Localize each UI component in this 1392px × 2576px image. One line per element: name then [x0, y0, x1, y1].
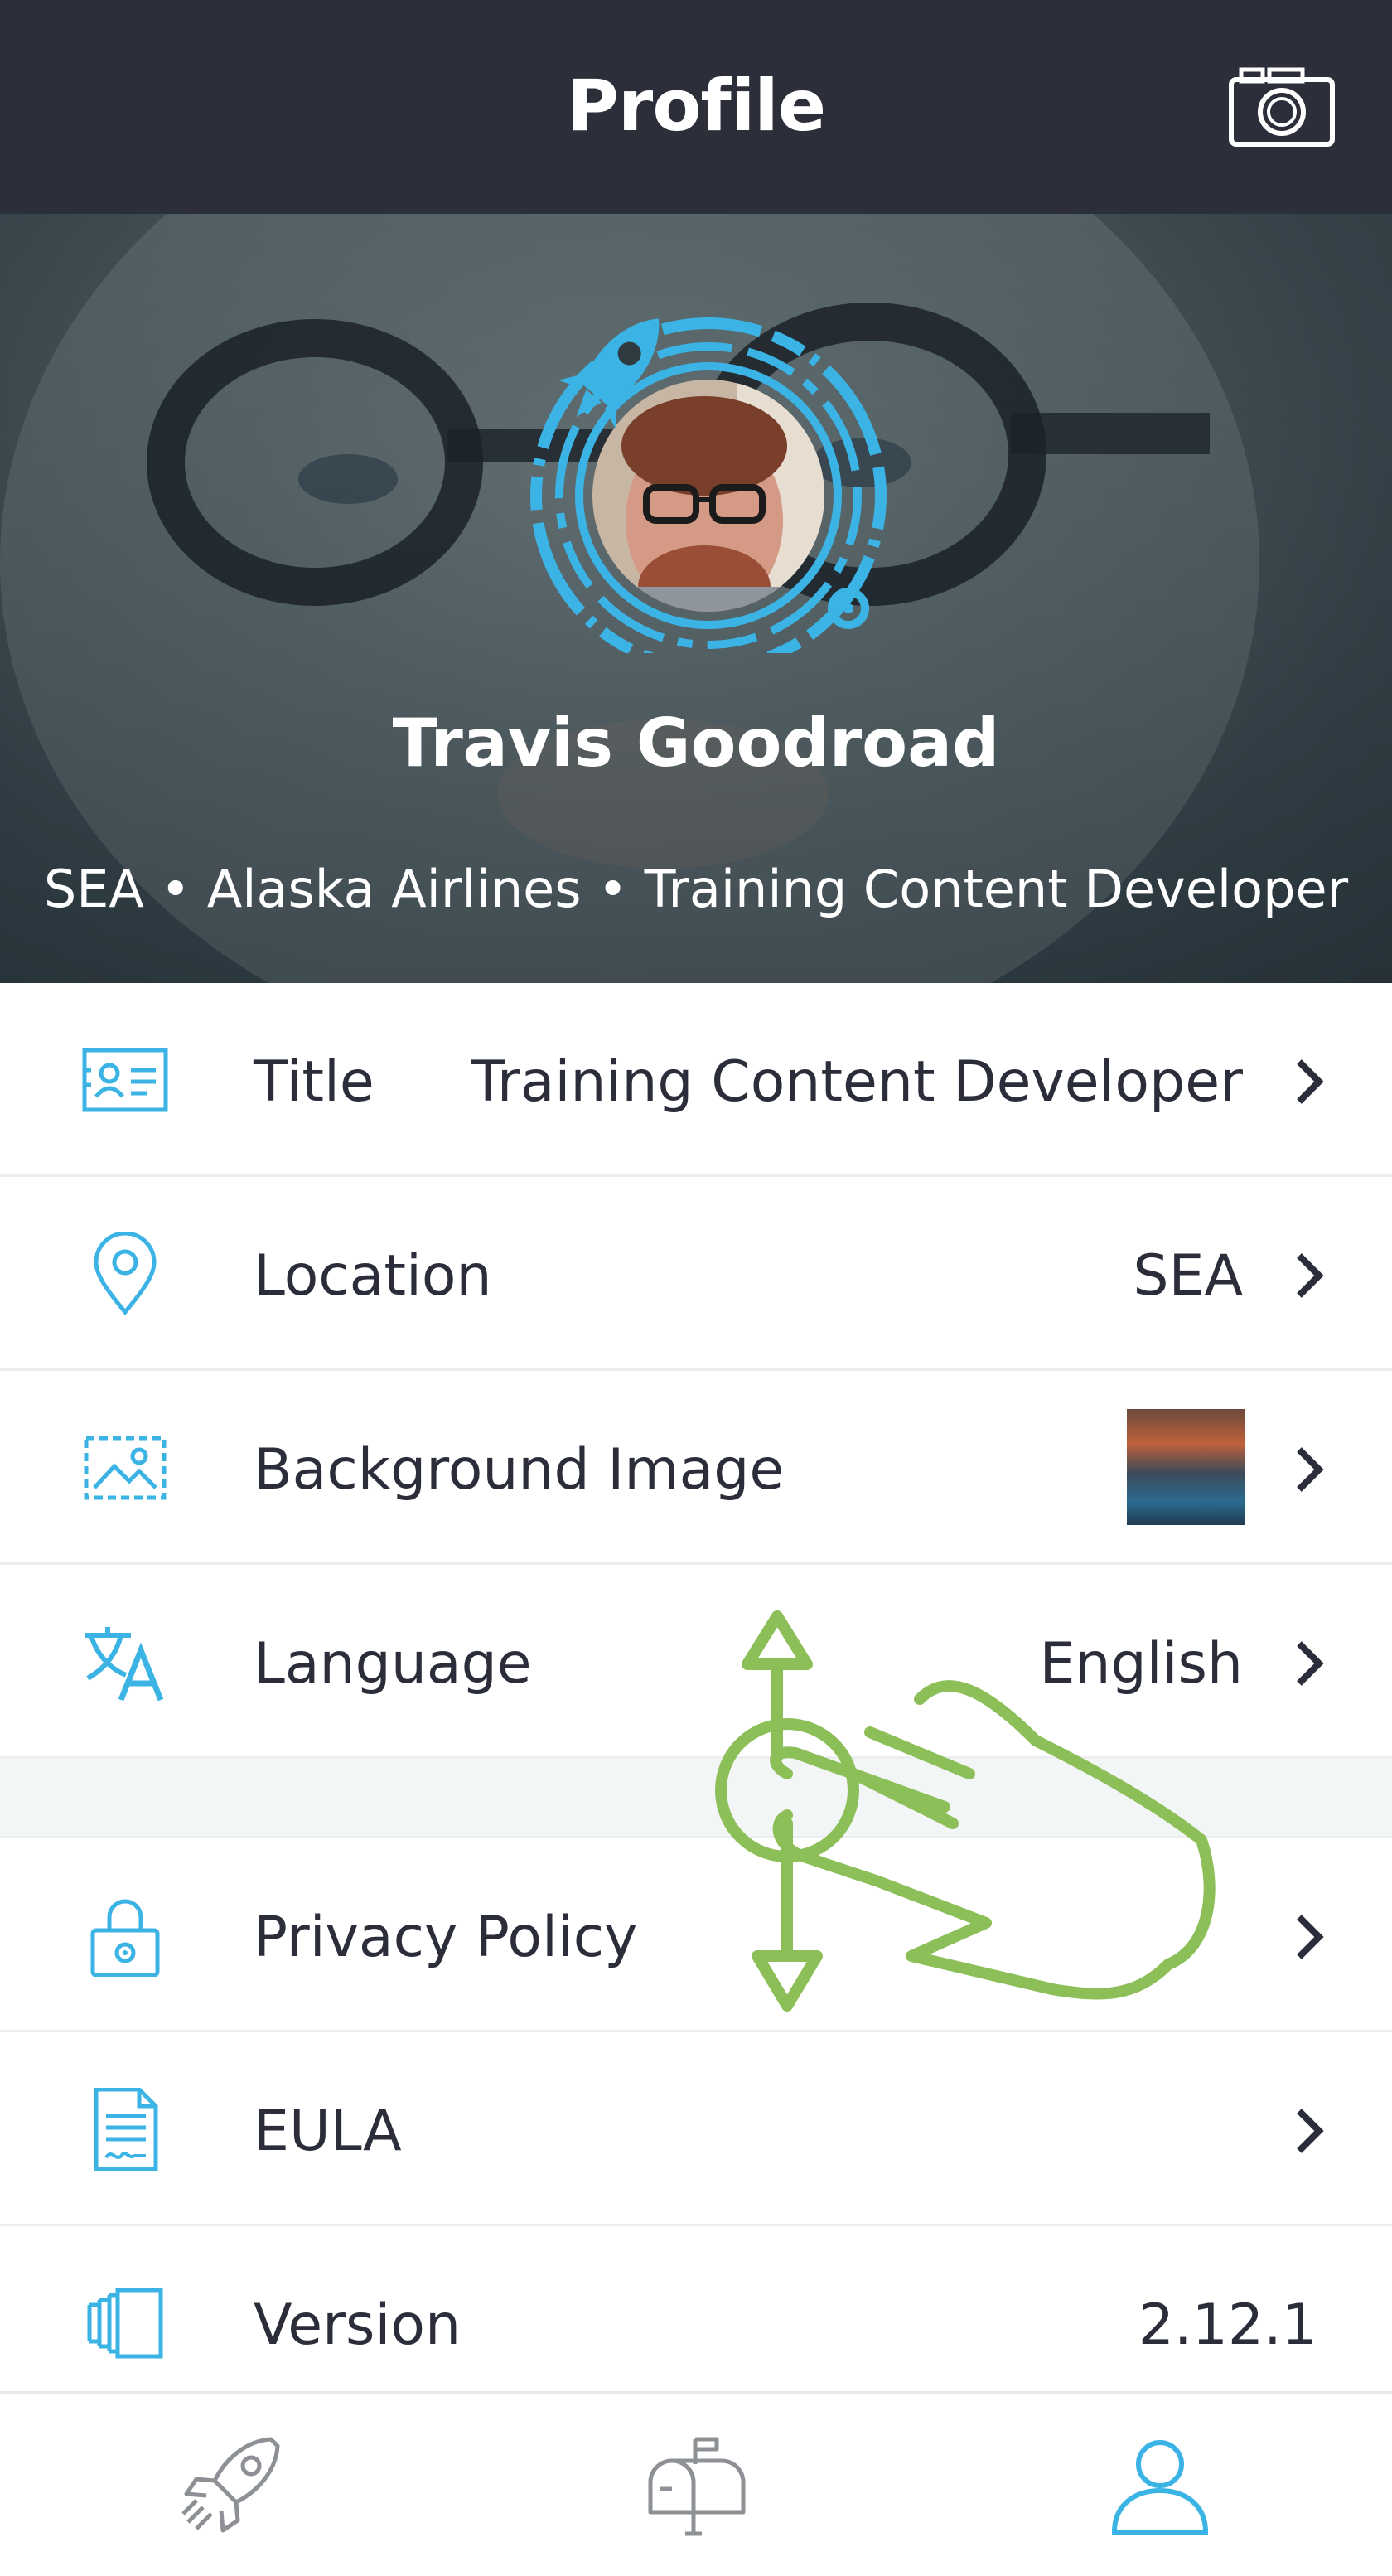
- lock-icon: [90, 1899, 160, 1977]
- chevron-right-icon: [1297, 1447, 1324, 1492]
- eula-label: EULA: [254, 2099, 402, 2164]
- language-label: Language: [254, 1631, 532, 1697]
- document-icon: [94, 2088, 158, 2171]
- privacy-policy-label: Privacy Policy: [254, 1905, 638, 1970]
- title-label: Title: [254, 1049, 375, 1115]
- title-row[interactable]: Title Training Content Developer: [0, 983, 1392, 1177]
- language-row[interactable]: Language English: [0, 1565, 1392, 1759]
- rocket-badge-avatar: [530, 317, 887, 674]
- chevron-right-icon: [1297, 2109, 1324, 2153]
- eula-row[interactable]: EULA: [0, 2032, 1392, 2226]
- profile-name: Travis Goodroad: [392, 705, 1000, 782]
- location-value: SEA: [1133, 1243, 1243, 1309]
- version-value: 2.12.1: [1138, 2293, 1317, 2358]
- versions-icon: [87, 2288, 163, 2359]
- profile-icon: [1111, 2440, 1209, 2535]
- camera-button[interactable]: [1228, 65, 1336, 148]
- background-image-row[interactable]: Background Image: [0, 1371, 1392, 1565]
- avatar[interactable]: [505, 272, 887, 674]
- chevron-right-icon: [1297, 1253, 1324, 1298]
- id-card-icon: [82, 1048, 168, 1112]
- bottom-tab-bar: [0, 2391, 1392, 2576]
- location-label: Location: [254, 1243, 492, 1309]
- version-label: Version: [254, 2293, 462, 2358]
- chevron-right-icon: [1297, 1641, 1324, 1686]
- settings-list: Title Training Content Developer Locatio…: [0, 983, 1392, 2420]
- profile-hero: Travis Goodroad SEA • Alaska Airlines • …: [0, 214, 1392, 983]
- mailbox-icon: [648, 2437, 746, 2536]
- camera-icon: [1229, 67, 1335, 147]
- rocket-icon: [181, 2437, 280, 2533]
- background-image-label: Background Image: [254, 1437, 785, 1503]
- title-value: Training Content Developer: [471, 1049, 1243, 1115]
- chevron-right-icon: [1297, 1059, 1324, 1104]
- location-row[interactable]: Location SEA: [0, 1177, 1392, 1371]
- translate-icon: [85, 1627, 164, 1702]
- tab-inbox[interactable]: [464, 2394, 928, 2576]
- profile-subtitle: SEA • Alaska Airlines • Training Content…: [43, 859, 1349, 919]
- chevron-right-icon: [1297, 1915, 1324, 1959]
- tab-profile[interactable]: [928, 2394, 1392, 2576]
- privacy-policy-row[interactable]: Privacy Policy: [0, 1838, 1392, 2032]
- map-pin-icon: [94, 1232, 157, 1315]
- header-bar: Profile: [0, 0, 1392, 214]
- background-image-thumbnail: [1127, 1409, 1245, 1525]
- tab-launch[interactable]: [0, 2394, 464, 2576]
- page-title: Profile: [566, 65, 826, 148]
- language-value: English: [1039, 1631, 1243, 1697]
- section-divider: [0, 1759, 1392, 1838]
- image-icon: [84, 1436, 167, 1500]
